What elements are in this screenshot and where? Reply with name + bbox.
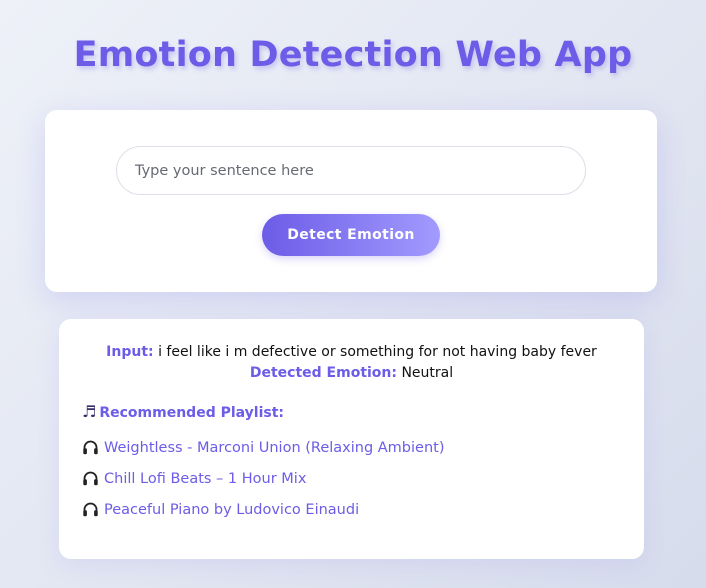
input-label: Input: bbox=[106, 344, 154, 360]
headphones-icon bbox=[82, 470, 99, 492]
music-note-icon: ♬ bbox=[82, 402, 97, 421]
playlist-link-weightless[interactable]: Weightless - Marconi Union (Relaxing Amb… bbox=[104, 440, 445, 456]
input-text: i feel like i m defective or something f… bbox=[158, 344, 597, 360]
headphones-icon bbox=[82, 501, 99, 523]
playlist-heading: ♬ Recommended Playlist: bbox=[82, 402, 284, 423]
input-card: Detect Emotion bbox=[45, 110, 657, 292]
playlist-link-chill-lofi[interactable]: Chill Lofi Beats – 1 Hour Mix bbox=[104, 471, 306, 487]
result-card: Input: i feel like i m defective or some… bbox=[59, 319, 644, 559]
emotion-result-line: Detected Emotion: Neutral bbox=[59, 363, 644, 383]
headphones-icon bbox=[82, 439, 99, 461]
playlist-item: Weightless - Marconi Union (Relaxing Amb… bbox=[82, 438, 445, 461]
emotion-value: Neutral bbox=[401, 365, 454, 381]
playlist-item: Chill Lofi Beats – 1 Hour Mix bbox=[82, 469, 306, 492]
page-title: Emotion Detection Web App bbox=[73, 35, 633, 75]
playlist-heading-text: Recommended Playlist: bbox=[99, 405, 285, 421]
playlist-item: Peaceful Piano by Ludovico Einaudi bbox=[82, 500, 359, 523]
input-result-line: Input: i feel like i m defective or some… bbox=[59, 342, 644, 362]
emotion-label: Detected Emotion: bbox=[249, 365, 397, 381]
detect-emotion-button[interactable]: Detect Emotion bbox=[262, 214, 440, 256]
sentence-input[interactable] bbox=[116, 146, 586, 195]
playlist-link-peaceful-piano[interactable]: Peaceful Piano by Ludovico Einaudi bbox=[104, 502, 359, 518]
